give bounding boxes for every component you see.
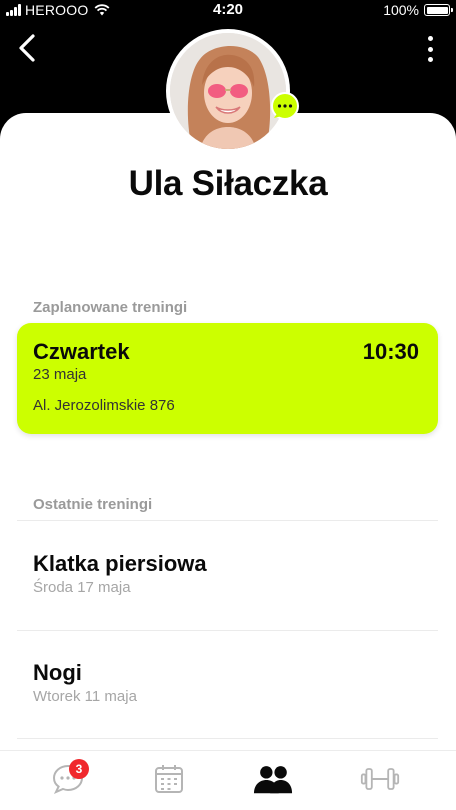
tab-trainees[interactable] xyxy=(253,763,293,803)
recent-section-title: Ostatnie treningi xyxy=(33,496,153,513)
planned-time: 10:30 xyxy=(362,339,419,364)
avatar-photo xyxy=(170,33,286,149)
back-button[interactable] xyxy=(12,30,42,66)
recent-item-date: Środa 17 maja xyxy=(33,579,131,596)
battery-icon xyxy=(424,4,453,16)
planned-section-title: Zaplanowane treningi xyxy=(33,299,188,316)
planned-day: Czwartek xyxy=(33,339,130,364)
list-item[interactable]: Klatka piersiowa Środa 17 maja xyxy=(0,521,456,631)
more-vertical-icon xyxy=(427,36,433,41)
planned-date: 23 maja xyxy=(33,366,87,383)
chat-bubble-icon xyxy=(271,92,299,120)
status-right: 100% xyxy=(383,2,453,18)
people-icon xyxy=(253,766,293,794)
planned-address: Al. Jerozolimskie 876 xyxy=(33,397,175,414)
messages-badge: 3 xyxy=(69,759,89,779)
status-bar: HEROOO 4:20 100% xyxy=(0,0,456,20)
planned-training-card[interactable]: Czwartek 10:30 23 maja Al. Jerozolimskie… xyxy=(17,323,438,434)
portrait-illustration xyxy=(170,33,286,149)
list-item[interactable]: Nogi Wtorek 11 maja xyxy=(0,631,456,741)
tab-workouts[interactable] xyxy=(360,763,400,803)
profile-avatar[interactable] xyxy=(166,29,299,153)
divider xyxy=(17,738,438,739)
recent-item-title: Nogi xyxy=(33,660,82,685)
profile-name: Ula Siłaczka xyxy=(128,164,328,203)
more-options-button[interactable] xyxy=(420,32,440,66)
dumbbell-icon xyxy=(360,768,400,790)
calendar-icon xyxy=(155,765,183,793)
chevron-left-icon xyxy=(19,34,35,62)
tab-bar: 3 xyxy=(0,750,456,810)
tab-calendar[interactable] xyxy=(149,763,189,803)
battery-percent: 100% xyxy=(383,2,419,18)
recent-item-date: Wtorek 11 maja xyxy=(33,688,137,705)
recent-item-title: Klatka piersiowa xyxy=(33,551,207,576)
